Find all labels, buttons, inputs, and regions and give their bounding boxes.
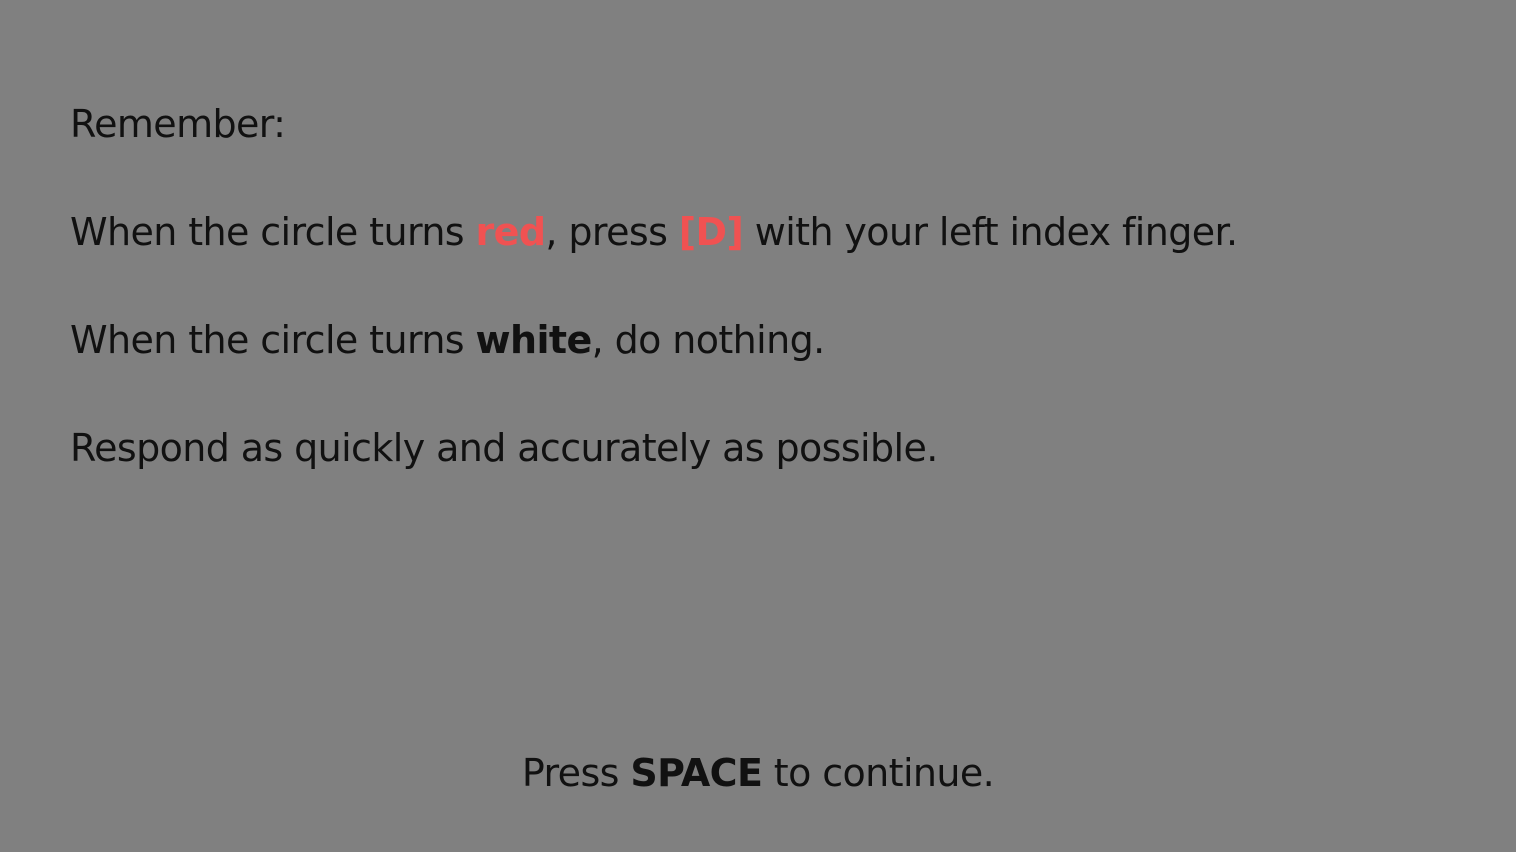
red-rule-suffix: with your left index finger. xyxy=(743,210,1238,254)
red-color-word: red xyxy=(475,210,547,254)
speed-note: Respond as quickly and accurately as pos… xyxy=(70,426,938,470)
white-rule-suffix: , do nothing. xyxy=(591,318,826,362)
red-rule-middle: , press xyxy=(545,210,679,254)
white-rule-line: When the circle turns white, do nothing. xyxy=(70,314,825,366)
continue-prompt: Press SPACE to continue. xyxy=(0,747,1516,799)
continue-key-label: SPACE xyxy=(630,751,763,795)
continue-prefix: Press xyxy=(521,751,631,795)
instructions-heading: Remember: xyxy=(70,102,286,146)
red-rule-line: When the circle turns red, press [D] wit… xyxy=(70,206,1238,258)
red-rule-prefix: When the circle turns xyxy=(70,210,476,254)
response-key-label: [D] xyxy=(678,210,744,254)
continue-suffix: to continue. xyxy=(762,751,995,795)
white-rule-prefix: When the circle turns xyxy=(70,318,476,362)
white-color-word: white xyxy=(475,318,593,362)
